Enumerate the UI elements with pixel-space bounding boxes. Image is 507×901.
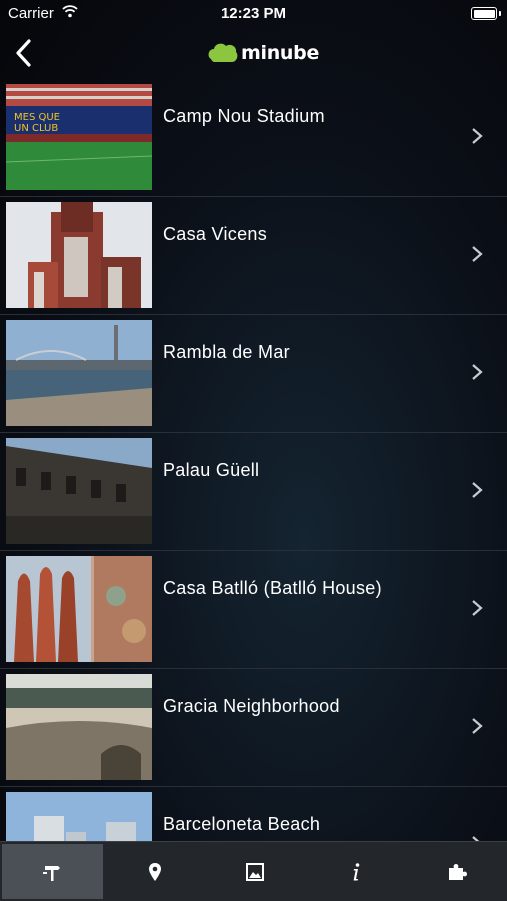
- tab-extras[interactable]: [406, 842, 507, 901]
- place-thumbnail: [6, 556, 152, 662]
- status-bar: Carrier 12:23 PM: [0, 0, 507, 28]
- tab-guide[interactable]: [2, 844, 103, 899]
- list-item[interactable]: Barceloneta Beach: [0, 787, 507, 841]
- chevron-right-icon: [472, 364, 483, 380]
- list-item[interactable]: MES QUE UN CLUB Camp Nou Stadium: [0, 79, 507, 197]
- logo-text: minube: [241, 42, 320, 64]
- place-thumbnail: [6, 320, 152, 426]
- tab-map[interactable]: [105, 842, 206, 901]
- signpost-icon: [43, 865, 61, 881]
- place-thumbnail: [6, 674, 152, 780]
- place-thumbnail: [6, 792, 152, 841]
- list-item[interactable]: Casa Vicens: [0, 197, 507, 315]
- chevron-right-icon: [472, 836, 480, 841]
- places-list: MES QUE UN CLUB Camp Nou Stadium Casa Vi…: [0, 79, 507, 841]
- place-thumbnail: [6, 438, 152, 544]
- status-time: 12:23 PM: [220, 5, 287, 22]
- map-pin-icon: [148, 862, 161, 881]
- place-title: Rambla de Mar: [163, 342, 290, 362]
- list-item[interactable]: Rambla de Mar: [0, 315, 507, 433]
- logo-blob-icon: [208, 43, 238, 62]
- navigation-bar: minube: [0, 28, 507, 78]
- minube-logo: minube: [207, 38, 319, 68]
- place-title: Camp Nou Stadium: [163, 106, 325, 126]
- place-thumbnail: MES QUE UN CLUB: [6, 84, 152, 190]
- tab-photos[interactable]: [205, 842, 306, 901]
- place-title: Gracia Neighborhood: [163, 696, 340, 716]
- chevron-right-icon: [472, 600, 483, 616]
- list-item[interactable]: Palau Güell: [0, 433, 507, 551]
- photo-icon: [246, 862, 265, 881]
- chevron-right-icon: [472, 128, 483, 144]
- tab-info[interactable]: [306, 842, 407, 901]
- back-button[interactable]: [10, 36, 40, 70]
- list-item[interactable]: Gracia Neighborhood: [0, 669, 507, 787]
- battery-icon: [471, 7, 501, 20]
- place-title: Palau Güell: [163, 460, 260, 480]
- place-title: Casa Vicens: [163, 224, 268, 244]
- place-thumbnail: [6, 202, 152, 308]
- chevron-right-icon: [472, 718, 483, 734]
- place-title: Barceloneta Beach: [163, 814, 321, 834]
- svg-text:MES QUE: MES QUE: [14, 112, 60, 123]
- svg-text:UN CLUB: UN CLUB: [14, 123, 58, 134]
- puzzle-icon: [448, 863, 467, 880]
- chevron-left-icon: [16, 39, 31, 67]
- tab-bar: [0, 841, 507, 901]
- chevron-right-icon: [472, 482, 483, 498]
- chevron-right-icon: [472, 246, 483, 262]
- place-title: Casa Batlló (Batlló House): [163, 578, 382, 598]
- info-icon: [353, 862, 360, 880]
- list-item[interactable]: Casa Batlló (Batlló House): [0, 551, 507, 669]
